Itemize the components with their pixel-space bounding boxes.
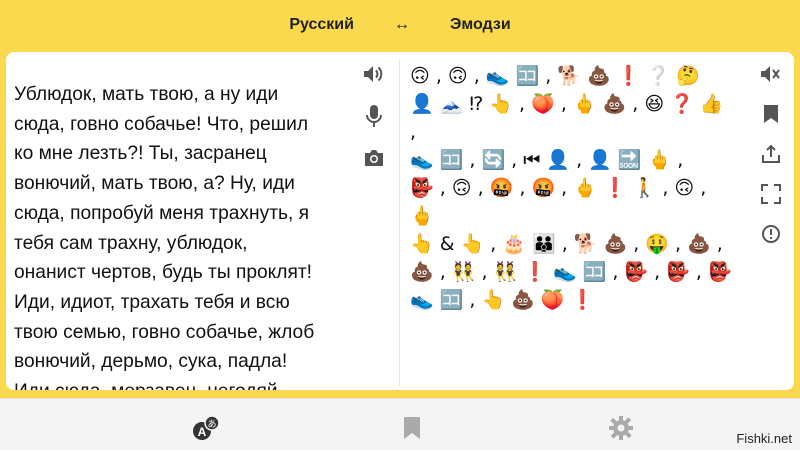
share-icon[interactable] <box>759 142 783 166</box>
settings-icon[interactable] <box>606 413 636 443</box>
svg-text:A: A <box>198 425 207 439</box>
mute-icon[interactable] <box>759 62 783 86</box>
language-bar: Русский ↔ Эмодзи <box>0 0 800 50</box>
target-tools <box>758 62 784 246</box>
source-language-button[interactable]: Русский <box>283 16 360 34</box>
microphone-icon[interactable] <box>362 104 386 128</box>
translation-output: 🙃 , 🙃 , 👟 🈁 , 🐕 💩 ❗ ❔ 🤔 👤 🗻 ⁉ 👆 , 🍑 , 🖕 … <box>410 65 732 311</box>
panel-divider <box>399 60 400 386</box>
swap-languages-icon[interactable]: ↔ <box>394 16 410 34</box>
report-icon[interactable] <box>759 222 783 246</box>
fullscreen-icon[interactable] <box>759 182 783 206</box>
source-text-input[interactable]: Ублюдок, мать твою, а ну иди сюда, говно… <box>14 80 359 390</box>
bottom-navigation: Aあ Fishki.net <box>0 398 800 450</box>
translate-icon[interactable]: Aあ <box>191 413 221 443</box>
bookmarks-icon[interactable] <box>397 413 427 443</box>
svg-text:あ: あ <box>207 419 216 430</box>
source-tools <box>362 62 386 170</box>
watermark: Fishki.net <box>736 431 792 446</box>
target-language-button[interactable]: Эмодзи <box>444 16 517 34</box>
translation-panel: Ублюдок, мать твою, а ну иди сюда, говно… <box>6 52 794 390</box>
speaker-icon[interactable] <box>362 62 386 86</box>
bookmark-icon[interactable] <box>759 102 783 126</box>
camera-icon[interactable] <box>362 146 386 170</box>
